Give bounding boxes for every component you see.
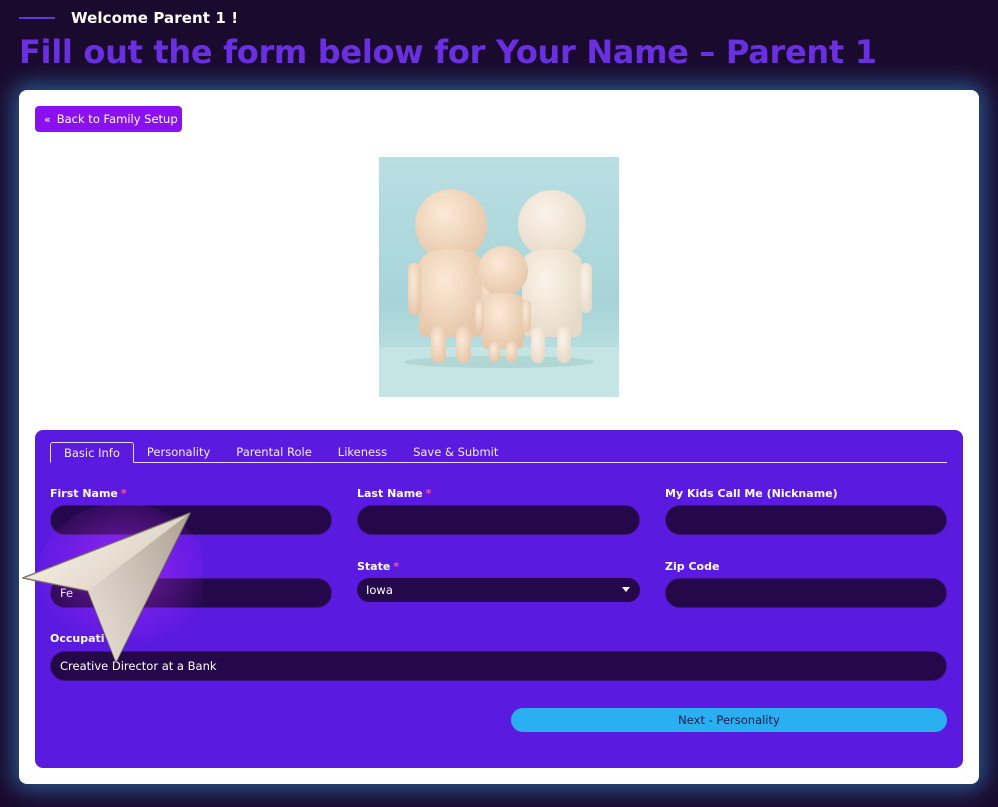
last-name-input[interactable] <box>357 505 640 535</box>
state-select[interactable]: Iowa <box>357 578 640 602</box>
last-name-label-text: Last Name <box>357 487 423 500</box>
double-chevron-left-icon: « <box>44 112 51 126</box>
state-label-text: State <box>357 560 391 573</box>
welcome-text: Welcome Parent 1 ! <box>71 9 239 27</box>
caret-down-icon <box>622 587 630 592</box>
family-illustration <box>379 157 619 397</box>
tab-personality[interactable]: Personality <box>134 442 223 462</box>
nickname-input[interactable] <box>665 505 947 535</box>
required-mark: * <box>120 487 127 500</box>
state-label: State * <box>357 560 399 573</box>
tab-save-submit[interactable]: Save & Submit <box>400 442 511 462</box>
welcome-row: Welcome Parent 1 ! <box>19 8 238 28</box>
welcome-divider-line <box>19 17 55 19</box>
nickname-label: My Kids Call Me (Nickname) <box>665 487 838 500</box>
back-button-label: Back to Family Setup <box>56 112 178 126</box>
tab-likeness[interactable]: Likeness <box>325 442 400 462</box>
pointer-cursor-icon <box>22 505 203 663</box>
page-title: Fill out the form below for Your Name – … <box>19 33 877 71</box>
form-tabs: Basic Info Personality Parental Role Lik… <box>50 442 947 463</box>
tab-parental-role[interactable]: Parental Role <box>223 442 325 462</box>
back-to-family-setup-button[interactable]: « Back to Family Setup <box>35 106 182 132</box>
required-mark: * <box>393 560 400 573</box>
last-name-label: Last Name * <box>357 487 431 500</box>
next-personality-button[interactable]: Next - Personality <box>511 708 947 732</box>
state-select-value: Iowa <box>366 583 393 597</box>
first-name-label-text: First Name <box>50 487 118 500</box>
tab-basic-info[interactable]: Basic Info <box>50 442 134 463</box>
form-card: « Back to Family Setup Basic Info Person… <box>19 90 979 784</box>
first-name-label: First Name * <box>50 487 127 500</box>
zip-code-input[interactable] <box>665 578 947 608</box>
required-mark: * <box>425 487 432 500</box>
zip-code-label: Zip Code <box>665 560 720 573</box>
